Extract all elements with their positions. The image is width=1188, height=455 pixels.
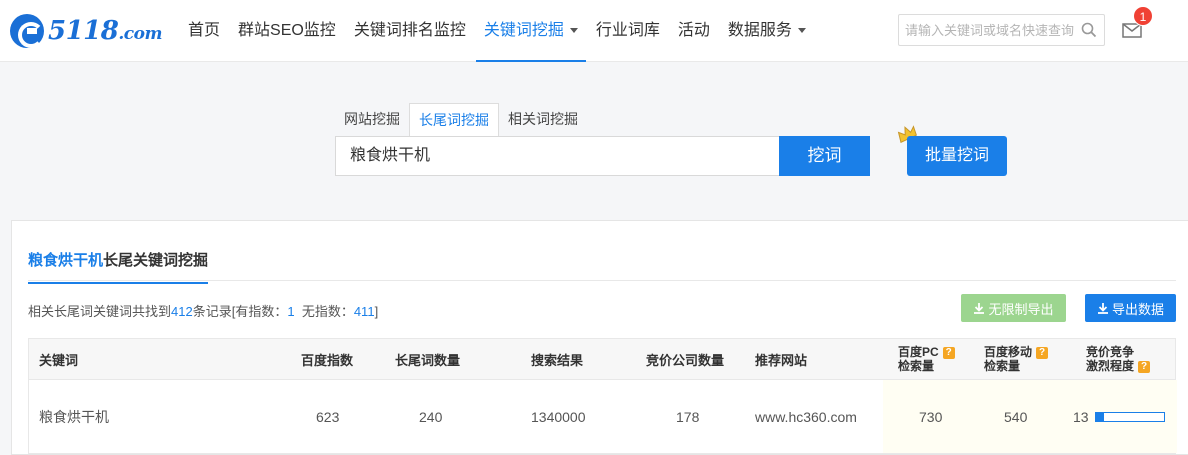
table-header: 关键词 百度指数 长尾词数量 搜索结果 竞价公司数量 推荐网站 百度PC? 检索量…: [29, 339, 1175, 380]
row-competition: 13: [1073, 380, 1165, 453]
column-label: 百度PC: [898, 345, 939, 359]
batch-dig-button[interactable]: 批量挖词: [907, 136, 1007, 176]
column-bidding-companies[interactable]: 竞价公司数量: [646, 339, 724, 379]
column-label: 检索量: [898, 359, 935, 373]
column-label: 激烈程度: [1086, 359, 1135, 373]
chevron-down-icon: [569, 28, 578, 34]
unlimited-export-label: 无限制导出: [988, 301, 1054, 317]
results-tab-suffix: 长尾关键词挖掘: [103, 252, 209, 269]
keyword-table: 关键词 百度指数 长尾词数量 搜索结果 竞价公司数量 推荐网站 百度PC? 检索量…: [28, 338, 1177, 454]
competition-bar-fill: [1095, 412, 1105, 421]
column-label: 检索量: [984, 359, 1021, 373]
main-nav: 首页 群站SEO监控 关键词排名监控 关键词挖掘 行业词库 活动 数据服务: [180, 0, 816, 62]
nav-item-keyword-mining[interactable]: 关键词挖掘: [475, 0, 586, 62]
results-panel: 粮食烘干机长尾关键词挖掘 相关长尾词关键词共找到412条记录[有指数：1 无指数…: [11, 220, 1188, 455]
summary-text: 无指数：: [301, 304, 354, 319]
with-index-count: 1: [287, 304, 295, 319]
summary-text: 相关长尾词关键词共找到: [28, 304, 172, 319]
summary-text: ]: [374, 304, 379, 319]
column-baidu-index[interactable]: 百度指数: [301, 339, 353, 379]
nav-label: 关键词挖掘: [483, 22, 564, 39]
without-index-count: 411: [353, 304, 375, 319]
total-count: 412: [171, 304, 193, 319]
nav-label: 行业词库: [595, 22, 660, 39]
row-baidu-index: 623: [316, 408, 340, 425]
quick-search: [898, 14, 1105, 46]
question-icon[interactable]: ?: [1138, 360, 1151, 373]
row-mobile-volume: 540: [1004, 408, 1028, 425]
summary-text: 条记录[有指数：: [192, 304, 288, 319]
unlimited-export-button[interactable]: 无限制导出: [961, 294, 1066, 322]
tab-site-mining[interactable]: 网站挖掘: [335, 103, 409, 136]
results-tab-keyword: 粮食烘干机: [28, 252, 104, 269]
results-summary: 相关长尾词关键词共找到412条记录[有指数：1 无指数：411]: [28, 301, 378, 320]
column-recommended-site: 推荐网站: [755, 352, 808, 368]
top-header: 5118.com 首页 群站SEO监控 关键词排名监控 关键词挖掘 行业词库 活…: [0, 0, 1188, 62]
nav-item-data-service[interactable]: 数据服务: [720, 0, 814, 62]
nav-label: 关键词排名监控: [353, 22, 466, 39]
competition-value: 13: [1073, 408, 1089, 425]
dig-button[interactable]: 挖词: [779, 136, 870, 176]
question-icon[interactable]: ?: [1036, 346, 1049, 359]
results-tab[interactable]: 粮食烘干机长尾关键词挖掘: [28, 249, 209, 284]
chevron-down-icon: [797, 28, 806, 34]
nav-item-industry-lexicon[interactable]: 行业词库: [588, 0, 668, 62]
quick-search-input[interactable]: [899, 15, 1074, 45]
row-longtail-count-link[interactable]: 240: [419, 380, 442, 453]
nav-label: 首页: [188, 22, 221, 39]
download-icon: [1097, 303, 1108, 314]
row-bidding-companies-link[interactable]: 178: [676, 380, 699, 453]
download-icon: [974, 303, 985, 314]
logo-text: 5118.com: [48, 16, 162, 46]
mining-tabs: 网站挖掘 长尾词挖掘 相关词挖掘: [335, 103, 587, 136]
column-mobile-volume[interactable]: 百度移动? 检索量: [984, 339, 1049, 379]
column-keyword[interactable]: 关键词: [39, 339, 78, 379]
row-keyword-link[interactable]: 粮食烘干机: [39, 380, 109, 453]
column-label: 竞价竞争: [1086, 345, 1135, 359]
keyword-input[interactable]: 粮食烘干机: [335, 136, 780, 176]
column-label: 百度移动: [984, 345, 1033, 359]
nav-label: 群站SEO监控: [238, 22, 336, 39]
5118-logo-icon: [10, 14, 44, 48]
column-search-results[interactable]: 搜索结果: [531, 339, 583, 379]
row-pc-volume: 730: [919, 408, 943, 425]
table-row: 粮食烘干机 623 240 1340000 178 www.hc360.com …: [29, 380, 1177, 453]
nav-item-events[interactable]: 活动: [670, 0, 718, 62]
question-icon[interactable]: ?: [942, 346, 955, 359]
column-pc-volume[interactable]: 百度PC? 检索量: [898, 339, 955, 379]
divider: [28, 280, 1176, 281]
nav-label: 活动: [677, 22, 710, 39]
column-longtail-count[interactable]: 长尾词数量: [395, 339, 460, 379]
tab-related-mining[interactable]: 相关词挖掘: [499, 103, 587, 136]
site-logo[interactable]: 5118.com: [10, 14, 162, 48]
column-competition[interactable]: 竞价竞争 激烈程度?: [1086, 339, 1151, 379]
export-data-button[interactable]: 导出数据: [1085, 294, 1176, 322]
notification-badge[interactable]: 1: [1133, 6, 1153, 26]
export-data-label: 导出数据: [1111, 301, 1164, 317]
competition-bar: [1094, 411, 1165, 422]
nav-item-seo-monitor[interactable]: 群站SEO监控: [230, 0, 344, 62]
nav-label: 数据服务: [727, 22, 792, 39]
row-search-results: 1340000: [531, 408, 586, 425]
row-recommended-site-link[interactable]: www.hc360.com: [755, 380, 857, 453]
nav-item-rank-monitor[interactable]: 关键词排名监控: [346, 0, 474, 62]
tab-longtail-mining[interactable]: 长尾词挖掘: [409, 103, 499, 136]
search-icon[interactable]: [1081, 22, 1097, 38]
nav-item-home[interactable]: 首页: [180, 0, 228, 62]
